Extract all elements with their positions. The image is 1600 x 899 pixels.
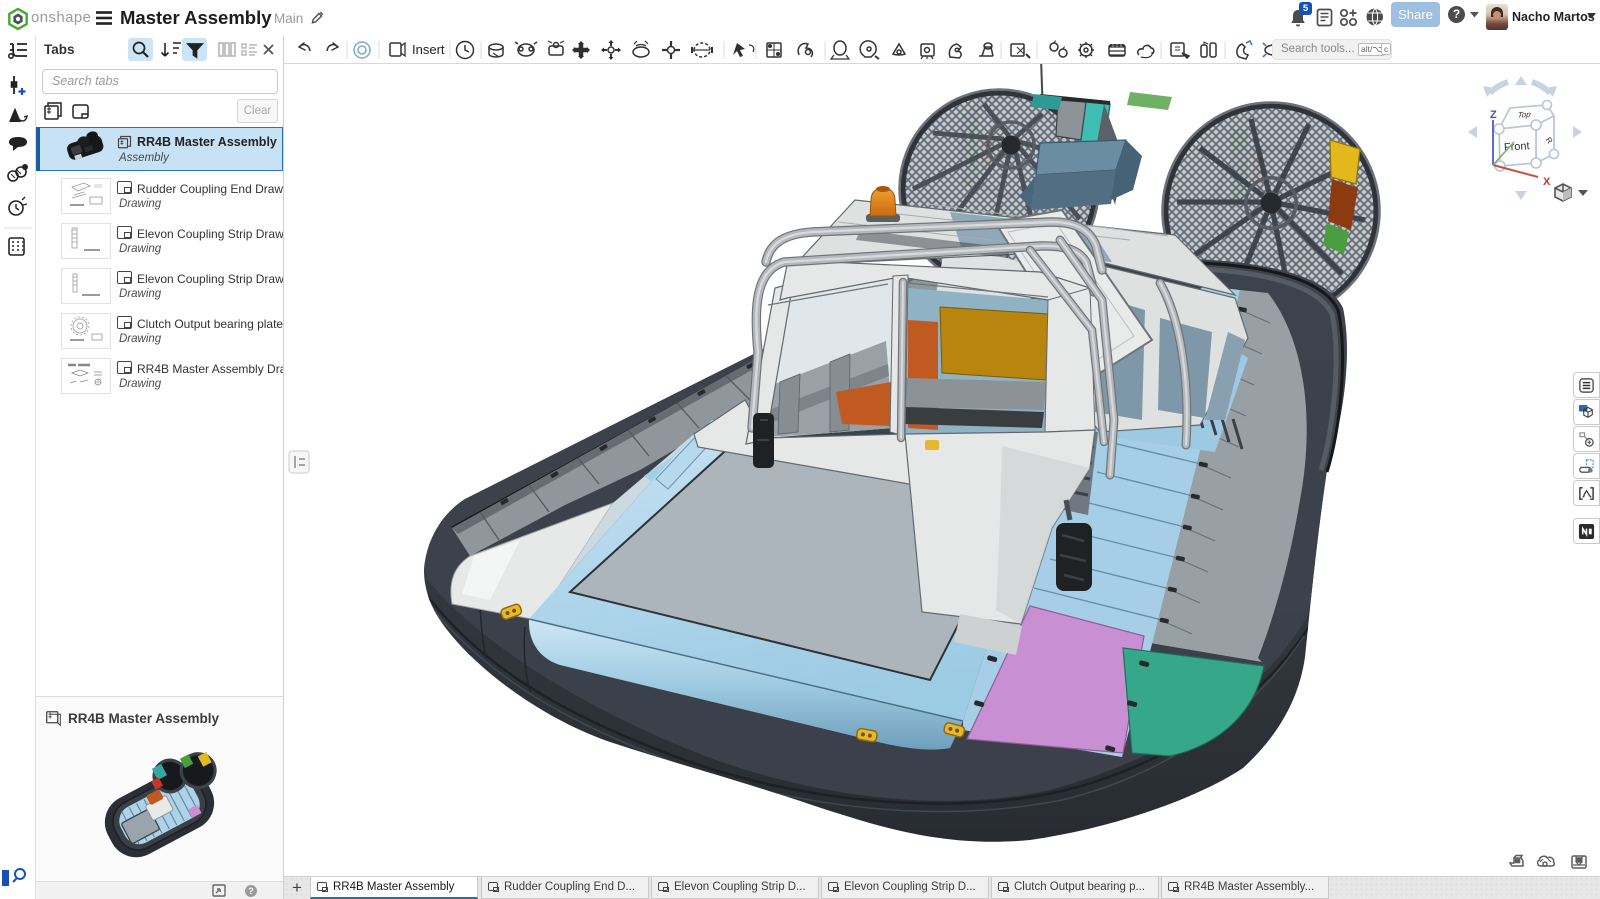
svg-text:Z: Z xyxy=(1490,109,1497,121)
svg-text:X: X xyxy=(1543,176,1551,188)
svg-text:Front: Front xyxy=(1504,140,1530,154)
svg-text:?: ? xyxy=(248,886,254,896)
